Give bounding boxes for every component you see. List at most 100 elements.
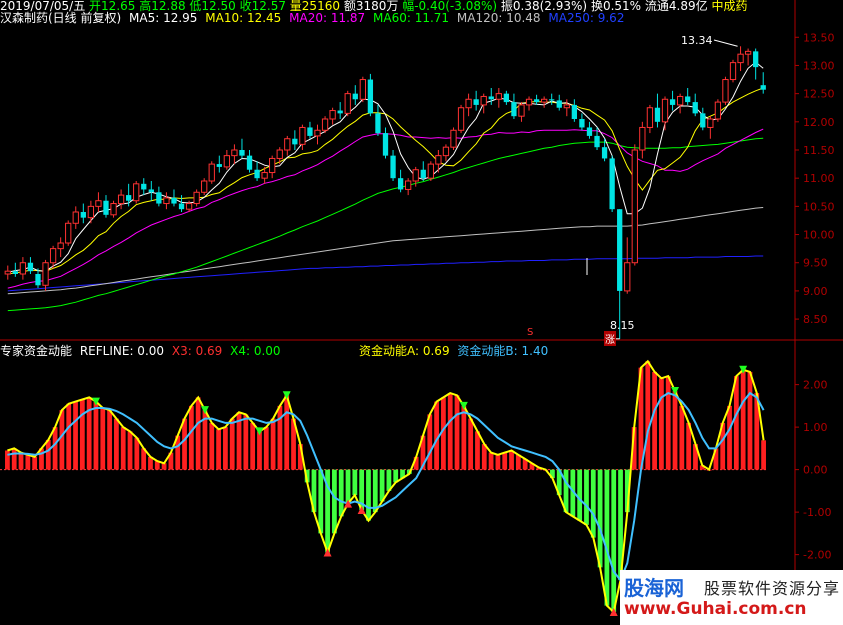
- candle-body: [549, 99, 555, 101]
- price-tick-label: 10.00: [803, 229, 835, 242]
- ma-line-ma250: [7, 255, 764, 292]
- candle-body: [420, 169, 426, 179]
- candle-body: [669, 99, 676, 105]
- ma60-label: MA60: 11.71: [373, 11, 450, 25]
- candle-body: [126, 195, 132, 201]
- sell-marker: [200, 406, 209, 415]
- momentum-bar: [740, 369, 746, 470]
- momentum-bar: [93, 401, 99, 470]
- candle-body: [579, 119, 585, 128]
- momentum-bar: [338, 469, 344, 517]
- momentum-bar: [229, 418, 235, 470]
- momentum-bar: [32, 456, 38, 470]
- candle-body: [495, 93, 502, 100]
- chart-svg: 13.50 13.00 12.50 12.00 11.50 11.00 10.50 10.00…: [0, 0, 843, 625]
- momentum-bar: [243, 414, 249, 470]
- price-tick-label: 11.00: [803, 172, 835, 185]
- candle-body: [344, 93, 351, 114]
- candle-body: [503, 93, 510, 103]
- candle-body: [185, 203, 193, 210]
- watermark-title: 股海网: [624, 576, 684, 600]
- momentum-bar: [59, 410, 65, 470]
- candle-body: [4, 270, 11, 275]
- momentum-bar: [195, 397, 201, 470]
- quote-line: 2019/07/05/五 开12.65 高12.88 低12.50 收12.57…: [0, 0, 747, 12]
- momentum-bar: [502, 452, 508, 470]
- candle-body: [35, 274, 41, 286]
- momentum-bar: [447, 393, 453, 470]
- candle-body: [737, 53, 744, 64]
- indicator-header: 专家资金动能 REFLINE: 0.00 X3: 0.69 X4: 0.00: [0, 344, 285, 358]
- candle-body: [307, 127, 313, 136]
- ind-tick-label: -2.00: [803, 549, 831, 562]
- candle-body: [390, 155, 396, 179]
- candle-body: [80, 212, 86, 218]
- sector-label: 中成药: [711, 0, 748, 13]
- momentum-bar: [223, 427, 228, 470]
- candle-body: [382, 133, 389, 156]
- price-tick-label: 10.50: [803, 200, 835, 213]
- high-arrow: [713, 39, 738, 47]
- candle-body: [141, 183, 147, 190]
- candle-body: [223, 155, 231, 168]
- candle-body: [148, 189, 154, 193]
- candle-body: [631, 149, 638, 264]
- momentum-bar: [107, 410, 112, 470]
- momentum-bar: [216, 429, 221, 470]
- momentum-bar: [379, 469, 385, 502]
- line-b-label: 资金动能B: 1.40: [457, 344, 549, 358]
- momentum-bar: [372, 469, 378, 513]
- candle-body: [87, 205, 95, 219]
- momentum-bar: [182, 418, 187, 470]
- momentum-bar: [5, 450, 10, 470]
- candle-body: [729, 62, 737, 81]
- refline-label: REFLINE: 0.00: [79, 344, 165, 358]
- candle-body: [359, 79, 366, 100]
- momentum-bar: [761, 440, 766, 470]
- float-label: 流通4.89亿: [644, 0, 708, 13]
- stock-title: 汉森制药(日线 前复权): [0, 11, 122, 25]
- candle-body: [571, 104, 578, 119]
- candle-body: [457, 107, 465, 131]
- candle-body: [12, 271, 18, 274]
- chart-root: { "header": { "stock": "汉森制药(日线 前复权)", "…: [0, 0, 843, 625]
- candle-body: [254, 169, 260, 179]
- momentum-bar: [509, 450, 514, 470]
- candle-body: [435, 155, 442, 165]
- candle-body: [103, 200, 109, 215]
- candle-body: [692, 102, 698, 114]
- x4-label: X4: 0.00: [230, 344, 281, 358]
- turnover-label: 换0.51%: [590, 0, 642, 13]
- candle-body: [269, 157, 276, 174]
- change-label: 幅-0.40(-3.08%): [402, 0, 498, 13]
- candle-body: [540, 98, 548, 103]
- candle-body: [314, 129, 321, 137]
- candle-body: [193, 191, 200, 205]
- momentum-bar: [611, 469, 617, 612]
- momentum-bar: [672, 391, 678, 470]
- candle-body: [450, 129, 457, 148]
- momentum-bar: [604, 469, 610, 606]
- momentum-bar: [461, 405, 467, 470]
- momentum-bar: [577, 469, 583, 521]
- candle-body: [700, 113, 706, 128]
- indicator-name: 专家资金动能: [0, 344, 73, 358]
- price-tick-label: 12.00: [803, 116, 835, 129]
- momentum-bar: [120, 427, 126, 470]
- candle-body: [171, 197, 177, 204]
- candle-body: [594, 135, 600, 148]
- momentum-bar: [284, 395, 290, 470]
- candle-body: [586, 127, 593, 136]
- candle-body: [518, 104, 525, 117]
- volume-label: 量25160: [289, 0, 340, 13]
- momentum-bar: [250, 422, 256, 470]
- candle-body: [110, 203, 117, 216]
- momentum-line-b: [7, 391, 765, 583]
- ma20-label: MA20: 11.87: [289, 11, 366, 25]
- candle-body: [292, 138, 298, 145]
- candle-body: [329, 110, 336, 120]
- momentum-bar: [52, 427, 58, 470]
- candle-body: [261, 172, 268, 179]
- candle-body: [57, 242, 64, 250]
- candle-body: [72, 211, 79, 224]
